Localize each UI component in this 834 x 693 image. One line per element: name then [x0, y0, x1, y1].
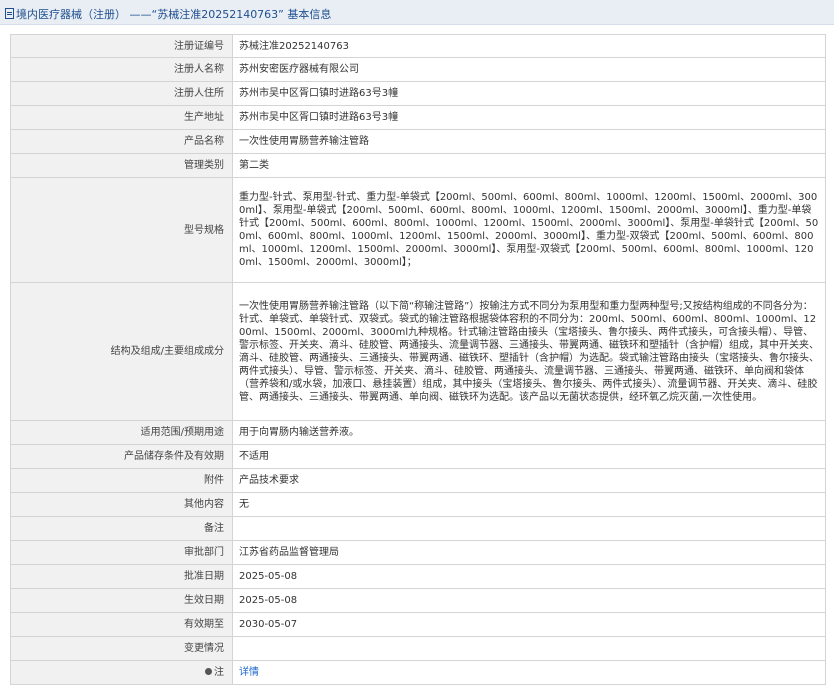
row-label-approval-dept: 审批部门 [10, 540, 233, 565]
row-label-intended-use: 适用范围/预期用途 [10, 420, 233, 445]
page-title: “苏械注准20252140763” [151, 8, 284, 21]
row-value-approval-dept: 江苏省药品监督管理局 [232, 540, 826, 565]
row-value-storage: 不适用 [232, 444, 826, 469]
detail-table: 注册证编号 苏械注准20252140763 注册人名称 苏州安密医疗器械有限公司… [10, 34, 826, 685]
row-label-effective-date: 生效日期 [10, 588, 233, 613]
table-row: 结构及组成/主要组成成分 一次性使用胃肠营养输注管路（以下简“称输注管路”）按输… [10, 282, 826, 421]
table-row: 适用范围/预期用途 用于向胃肠内输送营养液。 [10, 420, 826, 445]
table-row: 批准日期 2025-05-08 [10, 564, 826, 589]
breadcrumb-category[interactable]: 境内医疗器械（注册） [16, 8, 126, 21]
row-value-attachment: 产品技术要求 [232, 468, 826, 493]
row-value-remarks [232, 516, 826, 541]
document-icon [5, 8, 14, 19]
note-label: 注 [214, 667, 224, 678]
row-label-storage: 产品储存条件及有效期 [10, 444, 233, 469]
row-value-product-name: 一次性使用胃肠营养输注管路 [232, 129, 826, 154]
row-label-structure: 结构及组成/主要组成成分 [10, 282, 233, 421]
row-value-reg-no: 苏械注准20252140763 [232, 34, 826, 58]
table-row: 注册人名称 苏州安密医疗器械有限公司 [10, 57, 826, 82]
table-row: 产品名称 一次性使用胃肠营养输注管路 [10, 129, 826, 154]
row-value-changes [232, 636, 826, 661]
breadcrumb-separator: —— [129, 8, 152, 21]
row-value-approval-date: 2025-05-08 [232, 564, 826, 589]
row-value-models: 重力型-针式、泵用型-针式、重力型-单袋式【200ml、500ml、600ml、… [232, 177, 826, 283]
table-row: 其他内容 无 [10, 492, 826, 517]
row-label-product-name: 产品名称 [10, 129, 233, 154]
page-title-suffix: 基本信息 [287, 8, 332, 21]
table-row: 有效期至 2030-05-07 [10, 612, 826, 637]
table-row: 生产地址 苏州市吴中区胥口镇时进路63号3幢 [10, 105, 826, 130]
row-label-other: 其他内容 [10, 492, 233, 517]
table-row: 注 详情 [10, 660, 826, 685]
row-value-structure: 一次性使用胃肠营养输注管路（以下简“称输注管路”）按输注方式不同分为泵用型和重力… [232, 282, 826, 421]
row-label-reg-no: 注册证编号 [10, 34, 233, 58]
table-row: 注册人住所 苏州市吴中区胥口镇时进路63号3幢 [10, 81, 826, 106]
row-label-registrant: 注册人名称 [10, 57, 233, 82]
table-row: 附件 产品技术要求 [10, 468, 826, 493]
row-value-note: 详情 [232, 660, 826, 685]
row-label-models: 型号规格 [10, 177, 233, 283]
table-row: 变更情况 [10, 636, 826, 661]
row-value-effective-date: 2025-05-08 [232, 588, 826, 613]
row-label-approval-date: 批准日期 [10, 564, 233, 589]
table-row: 审批部门 江苏省药品监督管理局 [10, 540, 826, 565]
row-value-registrant: 苏州安密医疗器械有限公司 [232, 57, 826, 82]
row-label-registrant-address: 注册人住所 [10, 81, 233, 106]
row-label-expiry-date: 有效期至 [10, 612, 233, 637]
row-value-production-address: 苏州市吴中区胥口镇时进路63号3幢 [232, 105, 826, 130]
table-row: 生效日期 2025-05-08 [10, 588, 826, 613]
row-value-class: 第二类 [232, 153, 826, 178]
details-link[interactable]: 详情 [239, 667, 259, 678]
info-dot-icon [205, 668, 212, 675]
breadcrumb-bar: 境内医疗器械（注册） ——“苏械注准20252140763” 基本信息 [0, 0, 834, 25]
table-row: 管理类别 第二类 [10, 153, 826, 178]
table-row: 型号规格 重力型-针式、泵用型-针式、重力型-单袋式【200ml、500ml、6… [10, 177, 826, 283]
row-value-intended-use: 用于向胃肠内输送营养液。 [232, 420, 826, 445]
row-label-class: 管理类别 [10, 153, 233, 178]
row-label-changes: 变更情况 [10, 636, 233, 661]
row-value-other: 无 [232, 492, 826, 517]
row-value-registrant-address: 苏州市吴中区胥口镇时进路63号3幢 [232, 81, 826, 106]
row-value-expiry-date: 2030-05-07 [232, 612, 826, 637]
table-row: 注册证编号 苏械注准20252140763 [10, 34, 826, 58]
row-label-attachment: 附件 [10, 468, 233, 493]
breadcrumb: 境内医疗器械（注册） ——“苏械注准20252140763” 基本信息 [5, 6, 331, 22]
table-row: 产品储存条件及有效期 不适用 [10, 444, 826, 469]
table-row: 备注 [10, 516, 826, 541]
row-label-remarks: 备注 [10, 516, 233, 541]
row-label-production-address: 生产地址 [10, 105, 233, 130]
row-label-note: 注 [10, 660, 233, 685]
